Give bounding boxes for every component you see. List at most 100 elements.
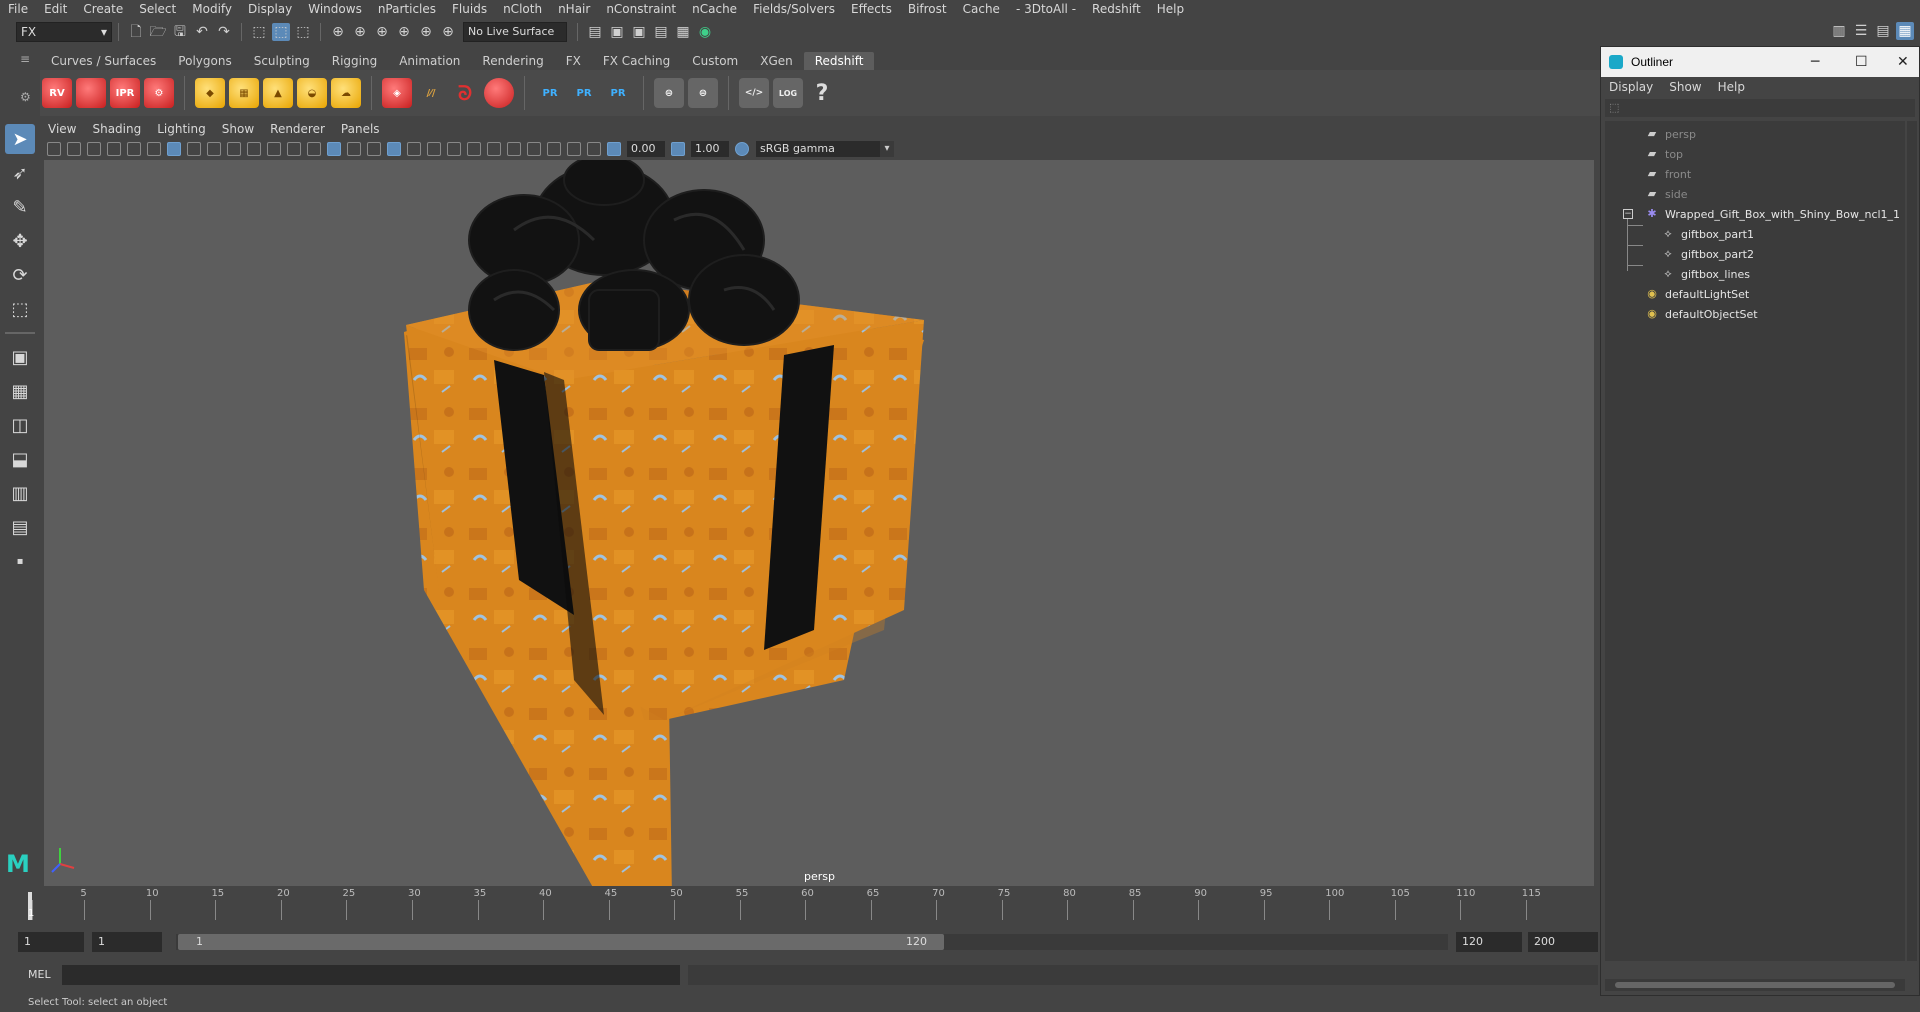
shelf-tab-sculpting[interactable]: Sculpting: [243, 52, 321, 70]
shelf-tab-polygons[interactable]: Polygons: [167, 52, 242, 70]
new-scene-icon[interactable]: 🗋: [127, 23, 145, 41]
time-slider[interactable]: 5 10 15 20 25 30 35 40 45 50 55 60 65 70 75 80 85 90 95 100…: [22, 888, 1600, 922]
select-tool-icon[interactable]: ➤: [5, 124, 35, 154]
animation-end-field[interactable]: 200: [1528, 932, 1598, 952]
redshift-ipr-button[interactable]: IPR: [110, 78, 140, 108]
gamma-toggle-icon[interactable]: [671, 142, 685, 156]
redo-icon[interactable]: ↷: [215, 23, 233, 41]
playback-end-field[interactable]: 120: [1456, 932, 1522, 952]
shelf-tab-animation[interactable]: Animation: [388, 52, 471, 70]
panel-menu-lighting[interactable]: Lighting: [149, 122, 214, 136]
script-editor-button[interactable]: </>: [739, 78, 769, 108]
menu-modify[interactable]: Modify: [184, 2, 240, 16]
viewport-persp[interactable]: persp: [44, 160, 1594, 886]
command-language-label[interactable]: MEL: [28, 968, 51, 981]
film-gate-icon[interactable]: [187, 142, 201, 156]
grease-pencil-icon[interactable]: [147, 142, 161, 156]
panel-menu-panels[interactable]: Panels: [333, 122, 388, 136]
exposure-toggle-icon[interactable]: [607, 142, 621, 156]
panel-menu-renderer[interactable]: Renderer: [262, 122, 333, 136]
menu-ncloth[interactable]: nCloth: [495, 2, 550, 16]
proxy-button[interactable]: ◈: [382, 78, 412, 108]
menu-effects[interactable]: Effects: [843, 2, 900, 16]
more-layouts-icon[interactable]: ▪: [5, 546, 35, 576]
shelf-tab-rendering[interactable]: Rendering: [471, 52, 554, 70]
material-button[interactable]: [484, 78, 514, 108]
gate-mask-icon[interactable]: [227, 142, 241, 156]
menu-nparticles[interactable]: nParticles: [370, 2, 444, 16]
area-light-button[interactable]: ◆: [195, 78, 225, 108]
shelf-tab-redshift[interactable]: Redshift: [803, 52, 875, 70]
outliner-tree[interactable]: ▰ persp ▰ top ▰ front ▰ side ✱ Wrapped_Gift_Box_w…: [1605, 121, 1905, 961]
dome-light-button[interactable]: ◒: [297, 78, 327, 108]
snap-surface-icon[interactable]: ⊕: [417, 23, 435, 41]
post-render-button-2[interactable]: PR: [569, 78, 599, 108]
playback-start-field[interactable]: 1: [92, 932, 162, 952]
outliner-node[interactable]: ⟡ giftbox_lines: [1661, 265, 1750, 283]
outliner-menu-show[interactable]: Show: [1661, 80, 1709, 94]
panel-menu-view[interactable]: View: [40, 122, 84, 136]
snap-curve-icon[interactable]: ⊕: [351, 23, 369, 41]
menu-display[interactable]: Display: [240, 2, 300, 16]
shelf-tab-custom[interactable]: Custom: [681, 52, 749, 70]
view-transform-select[interactable]: sRGB gamma: [756, 141, 880, 157]
x-ray-joints-icon[interactable]: [567, 142, 581, 156]
outliner-node[interactable]: ▰ side: [1645, 185, 1688, 203]
outliner-menu-help[interactable]: Help: [1710, 80, 1753, 94]
post-render-button-1[interactable]: PR: [535, 78, 565, 108]
stacked-view-icon[interactable]: ⬓: [5, 444, 35, 474]
outliner-node[interactable]: ▰ persp: [1645, 125, 1696, 143]
panel-menu-shading[interactable]: Shading: [84, 122, 149, 136]
menu-file[interactable]: File: [0, 2, 36, 16]
outliner-persp-icon[interactable]: ▤: [5, 512, 35, 542]
chevron-down-icon[interactable]: ▾: [880, 141, 894, 157]
outliner-vertical-scrollbar[interactable]: [1907, 121, 1917, 961]
portal-light-button[interactable]: ▦: [229, 78, 259, 108]
isolate-select-icon[interactable]: [527, 142, 541, 156]
volume-button[interactable]: ᘐ: [450, 78, 480, 108]
save-scene-icon[interactable]: 🖫: [171, 23, 189, 41]
ies-light-button[interactable]: ▲: [263, 78, 293, 108]
menu-fluids[interactable]: Fluids: [444, 2, 495, 16]
menu-nconstraint[interactable]: nConstraint: [598, 2, 684, 16]
menu-bifrost[interactable]: Bifrost: [900, 2, 955, 16]
menu-cache[interactable]: Cache: [955, 2, 1008, 16]
scale-tool-icon[interactable]: ⬚: [5, 294, 35, 324]
menu-create[interactable]: Create: [75, 2, 131, 16]
outliner-horizontal-scrollbar[interactable]: [1605, 979, 1905, 991]
menu-nhair[interactable]: nHair: [550, 2, 598, 16]
screen-space-ao-icon[interactable]: [447, 142, 461, 156]
outliner-node[interactable]: ▰ front: [1645, 165, 1691, 183]
shelf-tab-fx-caching[interactable]: FX Caching: [592, 52, 681, 70]
help-button[interactable]: ?: [807, 78, 837, 108]
minimize-icon[interactable]: ─: [1811, 54, 1819, 70]
menu-select[interactable]: Select: [131, 2, 184, 16]
attribute-editor-icon[interactable]: ☰: [1852, 22, 1870, 40]
live-surface-field[interactable]: No Live Surface: [463, 22, 567, 42]
use-lights-icon[interactable]: [407, 142, 421, 156]
menu-help[interactable]: Help: [1149, 2, 1192, 16]
single-view-icon[interactable]: ▣: [5, 342, 35, 372]
hypershade-icon[interactable]: ▦: [674, 23, 692, 41]
ipr-render-icon[interactable]: ▣: [630, 23, 648, 41]
bake-button-1[interactable]: ⊜: [654, 78, 684, 108]
outliner-node[interactable]: ◉ defaultObjectSet: [1645, 305, 1757, 323]
command-input[interactable]: [62, 965, 680, 985]
redshift-render-button[interactable]: [76, 78, 106, 108]
close-icon[interactable]: ✕: [1897, 54, 1909, 70]
snap-point-icon[interactable]: ⊕: [373, 23, 391, 41]
gamma-field[interactable]: 1.00: [691, 141, 729, 157]
anti-aliasing-icon[interactable]: [487, 142, 501, 156]
snap-view-icon[interactable]: ⊕: [395, 23, 413, 41]
render-history-icon[interactable]: ▤: [586, 23, 604, 41]
x-ray-icon[interactable]: [547, 142, 561, 156]
menu-fields-solvers[interactable]: Fields/Solvers: [745, 2, 843, 16]
bake-button-2[interactable]: ⊜: [688, 78, 718, 108]
field-chart-icon[interactable]: [247, 142, 261, 156]
menu-edit[interactable]: Edit: [36, 2, 75, 16]
snap-vertex-icon[interactable]: ⊕: [439, 23, 457, 41]
shaded-wireframe-icon[interactable]: [367, 142, 381, 156]
snap-grid-icon[interactable]: ⊕: [329, 23, 347, 41]
lasso-tool-icon[interactable]: ➶: [5, 158, 35, 188]
shelf-menu-icon[interactable]: ≡: [20, 52, 30, 66]
